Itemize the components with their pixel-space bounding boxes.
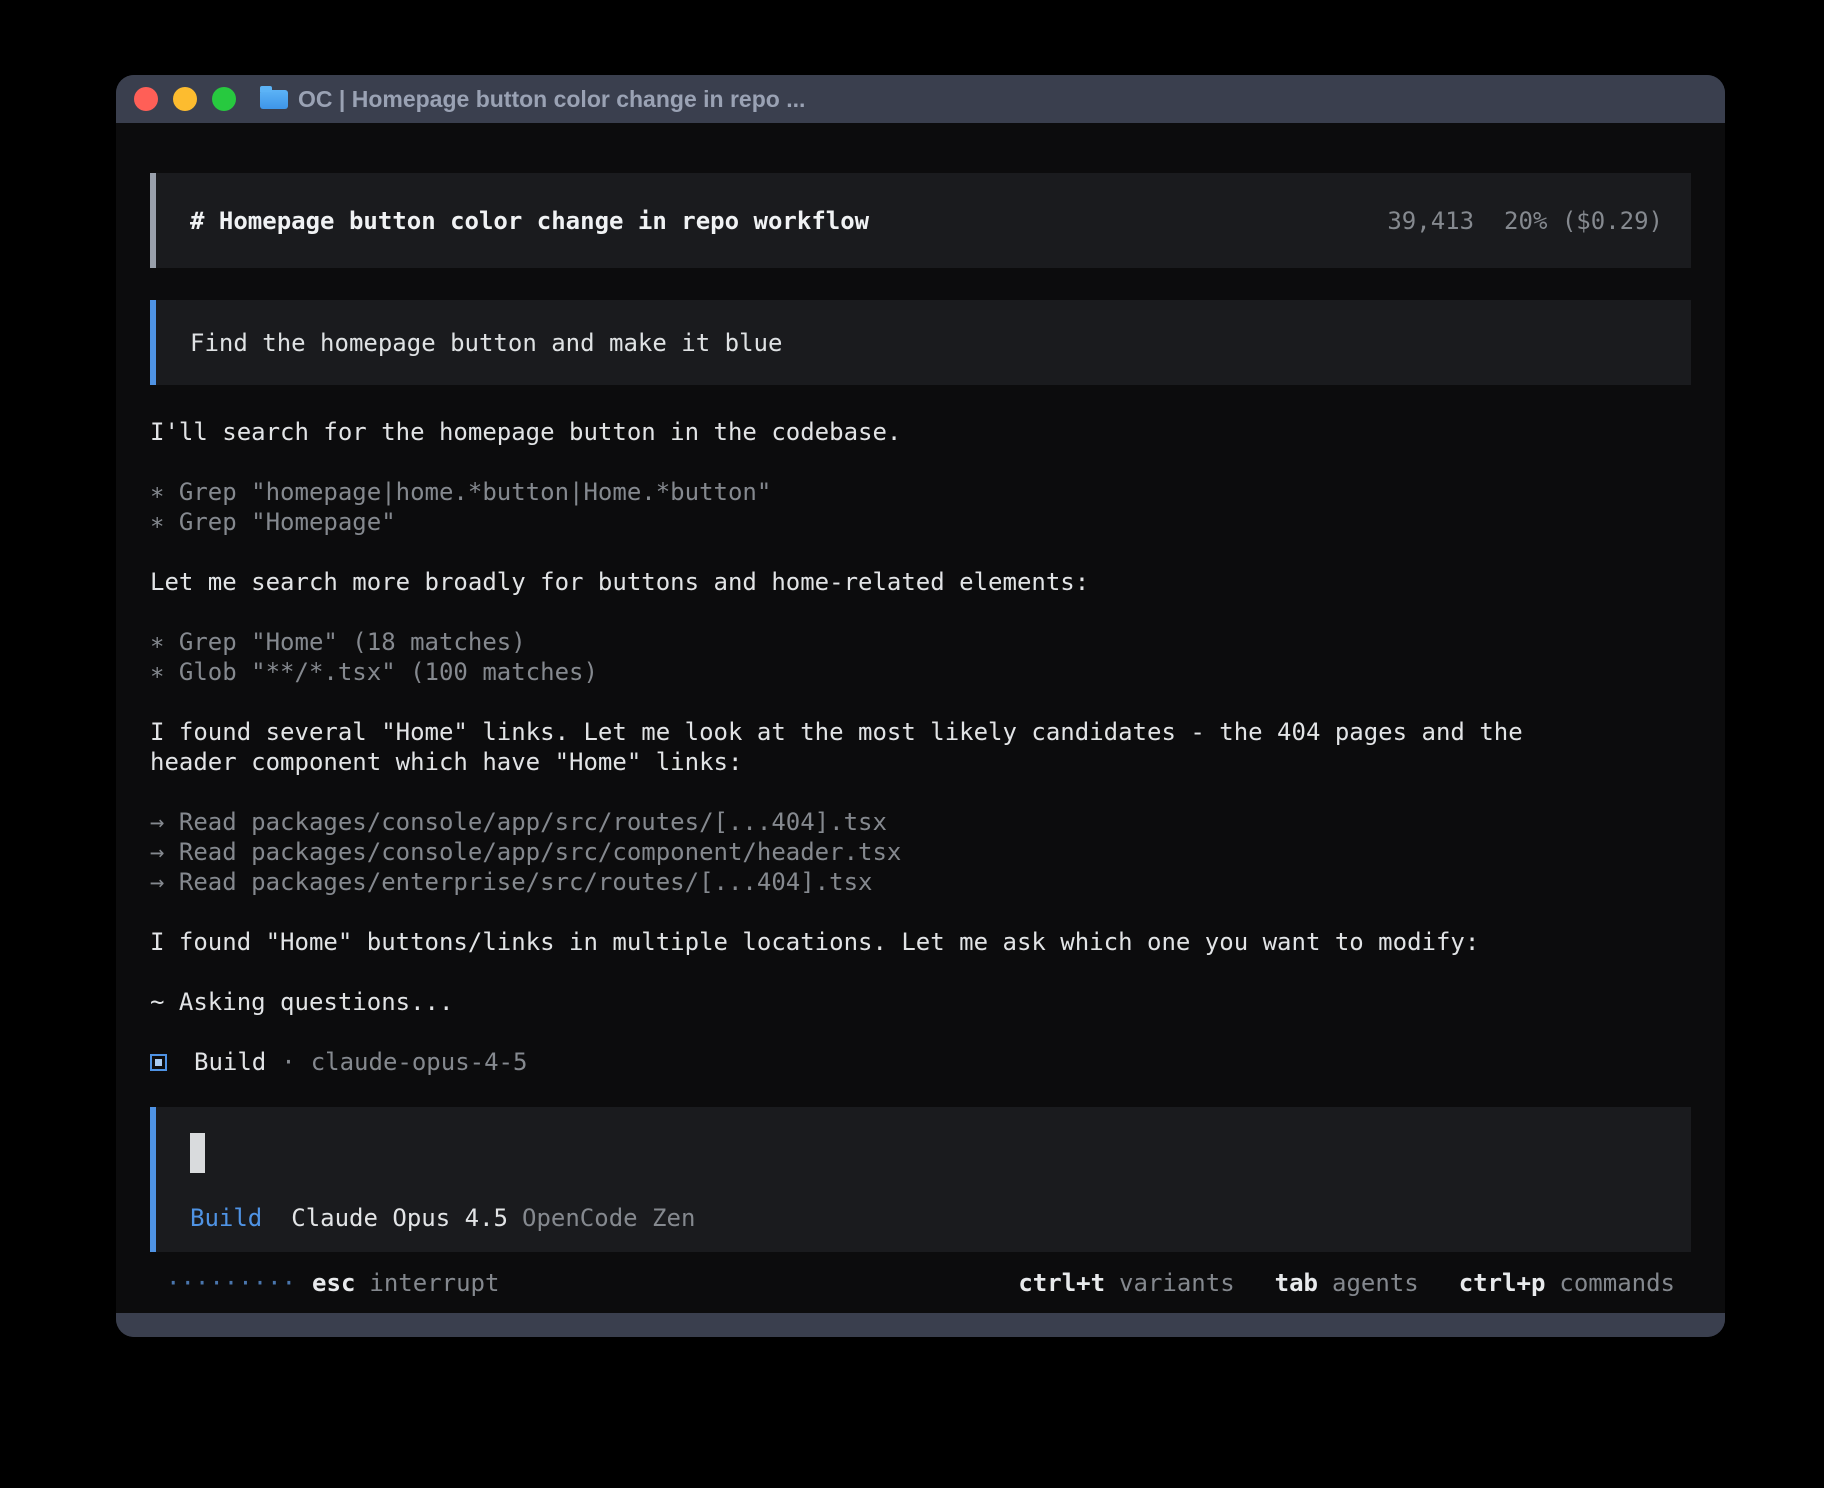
assistant-text: I found several "Home" links. Let me loo… [150,717,1691,777]
shortcut-agents: tab agents [1275,1269,1419,1297]
shortcut-label: interrupt [369,1269,499,1297]
assistant-text: I found "Home" buttons/links in multiple… [150,927,1691,957]
model-row: Build Claude Opus 4.5 OpenCode Zen [190,1203,1663,1233]
token-count: 39,413 [1387,207,1474,235]
shortcut-key: esc [312,1269,355,1297]
traffic-lights [134,87,236,111]
spinner-dots: ········· [166,1269,296,1297]
status-bar-left: ········· esc interrupt [166,1269,499,1297]
agent-status: Build · claude-opus-4-5 [150,1047,1691,1077]
tool-call-line: ∗ Grep "Homepage" [150,507,1691,537]
session-header: # Homepage button color change in repo w… [150,173,1691,268]
tool-calls-grep: ∗ Grep "homepage|home.*button|Home.*butt… [150,477,1691,537]
status-bar: ········· esc interrupt ctrl+t variants … [150,1266,1691,1300]
input-provider-label: OpenCode Zen [522,1203,695,1233]
status-bar-right: ctrl+t variants tab agents ctrl+p comman… [1018,1269,1675,1297]
agent-name: Build [194,1048,266,1076]
shortcut-variants: ctrl+t variants [1018,1269,1234,1297]
minimize-button[interactable] [173,87,197,111]
shortcut-label: variants [1119,1269,1235,1297]
user-message: Find the homepage button and make it blu… [150,300,1691,385]
input-model-label: Claude Opus 4.5 [291,1203,508,1233]
tool-calls-read: → Read packages/console/app/src/routes/[… [150,807,1691,897]
conversation: I'll search for the homepage button in t… [150,417,1691,1077]
shortcut-key: ctrl+t [1018,1269,1105,1297]
text-cursor [190,1133,205,1173]
window-bottom-edge [116,1313,1725,1337]
tool-call-line: → Read packages/console/app/src/componen… [150,837,1691,867]
tool-call-line: ∗ Grep "homepage|home.*button|Home.*butt… [150,477,1691,507]
shortcut-label: commands [1559,1269,1675,1297]
tool-call-line: ∗ Grep "Home" (18 matches) [150,627,1691,657]
context-cost: 20% ($0.29) [1504,207,1663,235]
session-meta: 39,413 20% ($0.29) [1387,207,1663,235]
titlebar: OC | Homepage button color change in rep… [116,75,1725,123]
tool-call-line: → Read packages/console/app/src/routes/[… [150,807,1691,837]
agent-model: claude-opus-4-5 [311,1048,528,1076]
shortcut-key: tab [1275,1269,1318,1297]
agent-separator: · [281,1048,295,1076]
app-window: OC | Homepage button color change in rep… [116,75,1725,1337]
assistant-text: I'll search for the homepage button in t… [150,417,1691,447]
folder-icon [260,90,288,109]
shortcut-interrupt: esc interrupt [312,1269,499,1297]
prompt-input[interactable]: Build Claude Opus 4.5 OpenCode Zen [150,1107,1691,1252]
shortcut-commands: ctrl+p commands [1459,1269,1675,1297]
user-message-text: Find the homepage button and make it blu… [190,329,782,357]
close-button[interactable] [134,87,158,111]
terminal: # Homepage button color change in repo w… [116,123,1725,1313]
session-title: # Homepage button color change in repo w… [190,207,869,235]
input-agent-label: Build [190,1203,262,1233]
agent-build-icon [150,1054,167,1071]
tool-call-line: ∗ Glob "**/*.tsx" (100 matches) [150,657,1691,687]
shortcut-label: agents [1332,1269,1419,1297]
shortcut-key: ctrl+p [1459,1269,1546,1297]
tool-call-line: → Read packages/enterprise/src/routes/[.… [150,867,1691,897]
zoom-button[interactable] [212,87,236,111]
status-line: ~ Asking questions... [150,987,1691,1017]
assistant-text: Let me search more broadly for buttons a… [150,567,1691,597]
window-title: OC | Homepage button color change in rep… [298,86,805,113]
tool-calls-search: ∗ Grep "Home" (18 matches) ∗ Glob "**/*.… [150,627,1691,687]
